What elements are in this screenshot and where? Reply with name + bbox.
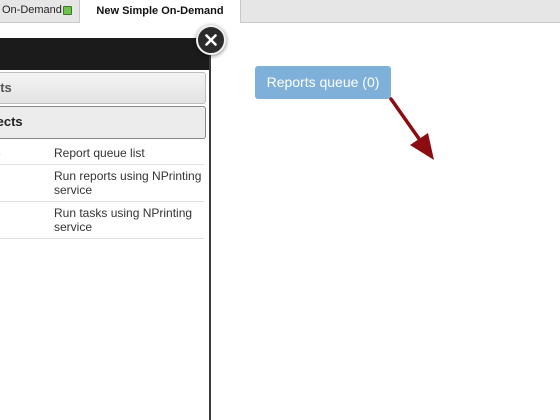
annotation-arrow-icon: [389, 97, 434, 160]
